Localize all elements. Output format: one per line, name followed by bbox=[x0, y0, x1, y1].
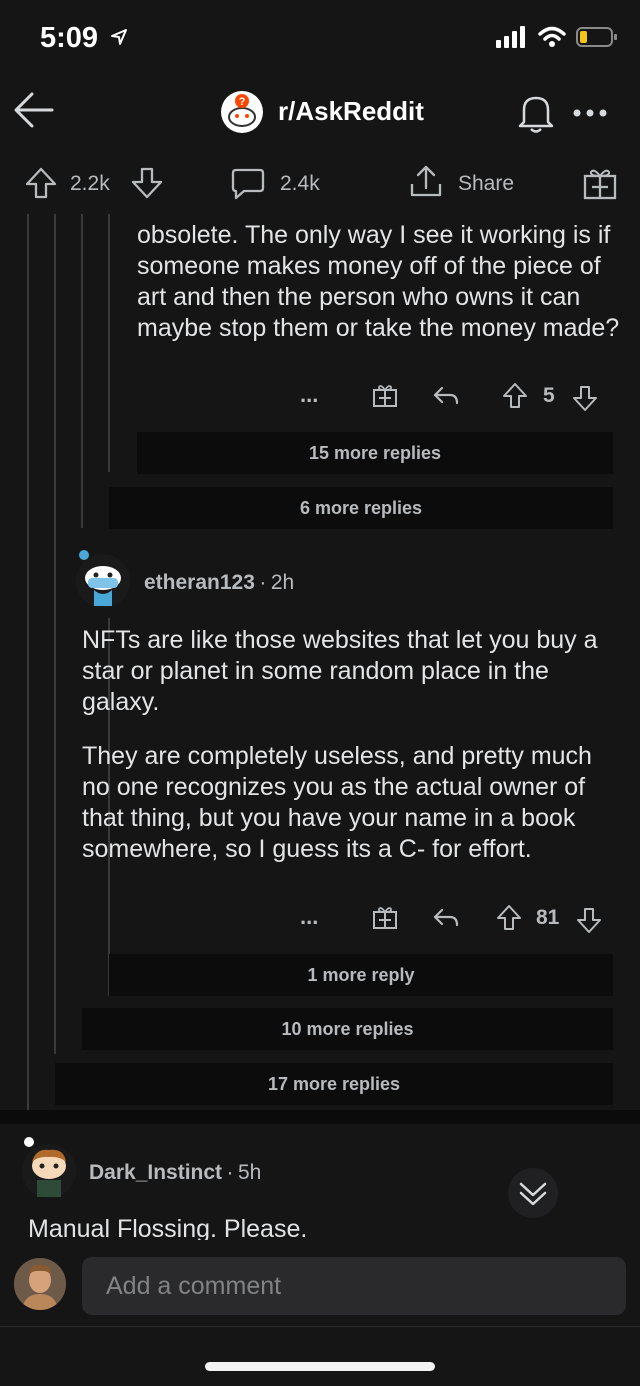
scroll-next-button[interactable] bbox=[508, 1168, 558, 1218]
status-time: 5:09 bbox=[40, 22, 128, 55]
thread-line bbox=[108, 214, 110, 472]
comment-bubble-icon[interactable] bbox=[230, 166, 266, 202]
share-label[interactable]: Share bbox=[458, 172, 514, 196]
profile-photo-icon bbox=[14, 1258, 66, 1310]
comment-username[interactable]: Dark_Instinct bbox=[89, 1161, 222, 1184]
bell-notification-icon[interactable] bbox=[516, 92, 556, 134]
location-arrow-icon bbox=[111, 29, 128, 45]
cellular-signal-icon bbox=[496, 26, 525, 48]
more-replies-button[interactable]: 17 more replies bbox=[55, 1063, 613, 1105]
downvote-arrow-icon[interactable] bbox=[576, 906, 602, 934]
battery-low-icon bbox=[576, 27, 617, 47]
award-gift-icon[interactable] bbox=[372, 904, 398, 930]
subreddit-title[interactable]: r/AskReddit bbox=[278, 96, 424, 127]
comment-separator bbox=[0, 1110, 640, 1124]
upvote-arrow-icon[interactable] bbox=[502, 382, 528, 410]
comment-more-options[interactable]: ... bbox=[300, 382, 318, 408]
more-replies-button[interactable]: 1 more reply bbox=[109, 954, 613, 996]
comment-score: 81 bbox=[536, 906, 560, 929]
composer-divider bbox=[0, 1326, 640, 1327]
comment-score: 5 bbox=[543, 384, 555, 407]
svg-text:?: ? bbox=[239, 96, 246, 108]
award-gift-icon[interactable] bbox=[372, 382, 398, 408]
add-comment-input[interactable]: Add a comment bbox=[82, 1257, 626, 1315]
thread-line bbox=[81, 214, 83, 528]
downvote-arrow-icon[interactable] bbox=[130, 166, 164, 200]
home-indicator[interactable] bbox=[205, 1362, 435, 1371]
double-chevron-down-icon bbox=[519, 1182, 547, 1206]
comment-body: They are completely useless, and pretty … bbox=[82, 742, 592, 863]
more-replies-button[interactable]: 6 more replies bbox=[109, 487, 613, 529]
comment-body: NFTs are like those websites that let yo… bbox=[82, 626, 598, 716]
wifi-icon bbox=[538, 26, 566, 47]
post-action-bar: 2.2k 2.4k Share bbox=[0, 150, 640, 214]
comment-actions: ... 81 bbox=[300, 902, 620, 936]
comment-actions: ... 5 bbox=[300, 380, 620, 414]
reply-arrow-icon[interactable] bbox=[432, 384, 460, 408]
more-replies-button[interactable]: 10 more replies bbox=[82, 1008, 613, 1050]
comment-meta: etheran123 · 2h bbox=[144, 571, 294, 595]
comment-more-options[interactable]: ... bbox=[300, 904, 318, 930]
back-arrow-icon[interactable] bbox=[12, 88, 56, 132]
award-gift-icon[interactable] bbox=[582, 166, 618, 200]
user-avatar-icon[interactable] bbox=[20, 1134, 78, 1200]
more-options-icon[interactable] bbox=[572, 108, 608, 118]
upvote-arrow-icon[interactable] bbox=[24, 166, 58, 200]
comment-age: 2h bbox=[270, 571, 295, 594]
separator-dot: · bbox=[259, 571, 267, 594]
comment-meta: Dark_Instinct · 5h bbox=[89, 1161, 261, 1185]
top-navigation: ? r/AskReddit bbox=[0, 70, 640, 150]
more-replies-button[interactable]: 15 more replies bbox=[137, 432, 613, 474]
thread-line bbox=[27, 214, 29, 1110]
user-avatar-icon[interactable] bbox=[74, 548, 132, 610]
current-user-avatar[interactable] bbox=[14, 1258, 66, 1310]
comment-count[interactable]: 2.4k bbox=[280, 172, 320, 196]
downvote-arrow-icon[interactable] bbox=[572, 384, 598, 412]
comment-age: 5h bbox=[237, 1161, 262, 1184]
reply-arrow-icon[interactable] bbox=[432, 906, 460, 930]
upvote-arrow-icon[interactable] bbox=[496, 904, 522, 932]
comment-username[interactable]: etheran123 bbox=[144, 571, 255, 594]
share-icon[interactable] bbox=[408, 164, 444, 200]
comment-body: obsolete. The only way I see it working … bbox=[137, 221, 620, 342]
thread-line bbox=[54, 214, 56, 1054]
separator-dot: · bbox=[226, 1161, 234, 1184]
post-score: 2.2k bbox=[70, 172, 110, 195]
subreddit-avatar-icon[interactable]: ? bbox=[220, 90, 264, 134]
status-icons bbox=[496, 26, 618, 48]
